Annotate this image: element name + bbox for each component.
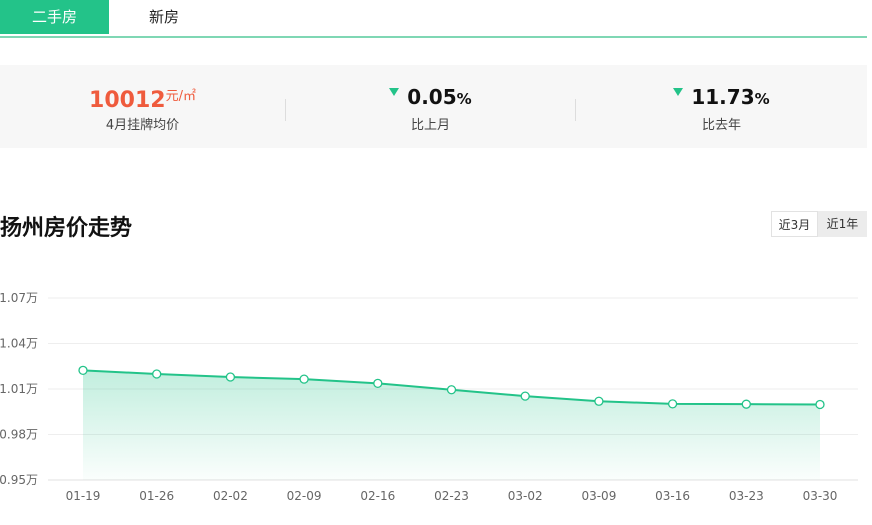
data-point	[594, 396, 604, 406]
data-point	[667, 399, 678, 409]
data-point	[741, 399, 751, 409]
x-tick-label: 03-02	[508, 489, 543, 503]
x-tick-label: 03-09	[581, 489, 616, 503]
data-point	[78, 365, 88, 375]
x-tick-label: 03-30	[803, 489, 838, 503]
y-tick-label: 0.95万	[0, 473, 38, 487]
price-trend-chart: 1.07万 1.04万 1.01万 0.98万 0.95万 01-19 01-26 02-0…	[0, 291, 858, 503]
y-tick-label: 1.01万	[0, 382, 38, 396]
x-tick-label: 02-16	[360, 489, 395, 503]
y-tick-label: 1.04万	[0, 337, 38, 351]
data-point	[299, 374, 309, 384]
data-point	[225, 372, 236, 382]
x-tick-label: 03-23	[729, 489, 764, 503]
x-tick-label: 01-19	[66, 489, 101, 503]
y-tick-label: 0.98万	[0, 428, 38, 442]
y-tick-label: 1.07万	[0, 291, 38, 305]
data-point	[373, 378, 383, 389]
data-point	[152, 369, 162, 379]
x-tick-label: 02-23	[434, 489, 469, 503]
data-point	[815, 399, 825, 410]
x-tick-label: 01-26	[139, 489, 174, 503]
data-point	[446, 385, 457, 395]
data-point	[520, 391, 530, 401]
x-tick-label: 03-16	[655, 489, 690, 503]
x-tick-label: 02-09	[287, 489, 322, 503]
x-tick-label: 02-02	[213, 489, 248, 503]
